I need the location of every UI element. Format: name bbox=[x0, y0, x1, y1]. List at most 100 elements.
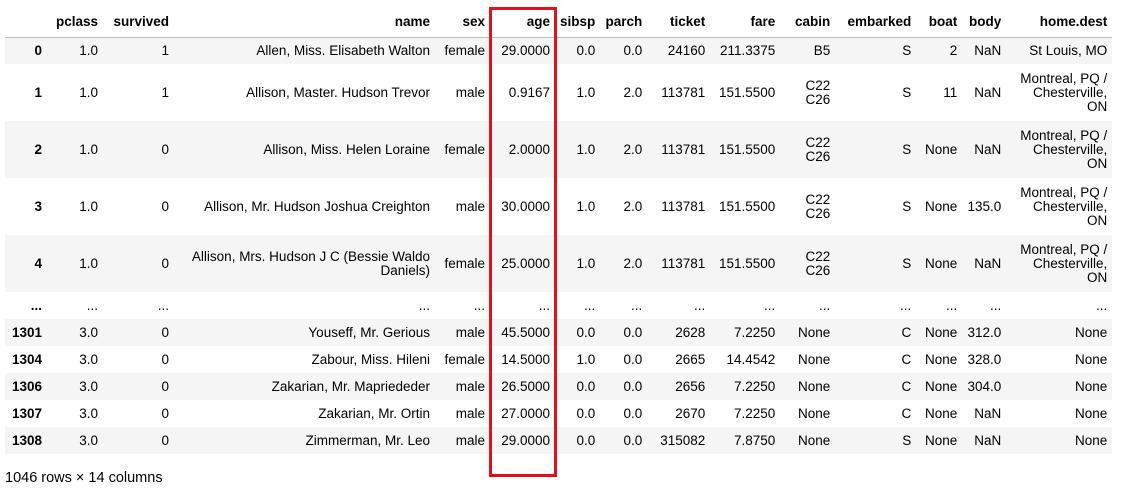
cell-cabin: None bbox=[797, 351, 831, 367]
cell-parch: 0.0 bbox=[623, 432, 643, 448]
cell-survived: 0 bbox=[161, 255, 169, 271]
header-ticket: ticket bbox=[647, 7, 711, 38]
cell-sex: male bbox=[455, 405, 485, 421]
cell-cabin: C22 C26 bbox=[805, 248, 831, 278]
cell-age: 2.0000 bbox=[508, 141, 550, 157]
cell-survived: ... bbox=[157, 297, 169, 313]
header-pclass: pclass bbox=[47, 7, 103, 38]
header-index bbox=[5, 7, 47, 38]
cell-pclass: 1.0 bbox=[79, 84, 98, 100]
cell-survived: 1 bbox=[161, 42, 169, 58]
cell-fare: 211.3375 bbox=[719, 42, 776, 58]
cell-sibsp: 1.0 bbox=[576, 141, 596, 157]
cell-ticket: 2656 bbox=[675, 378, 706, 394]
cell-pclass: 3.0 bbox=[79, 378, 98, 394]
row-index: 4 bbox=[34, 255, 42, 271]
row-index: 1301 bbox=[11, 324, 42, 340]
cell-boat: None bbox=[924, 432, 958, 448]
cell-embarked: S bbox=[902, 141, 912, 157]
cell-embarked: C bbox=[901, 324, 912, 340]
cell-name: Allison, Mrs. Hudson J C (Bessie Waldo D… bbox=[191, 248, 430, 278]
cell-fare: 7.2250 bbox=[733, 378, 776, 394]
cell-embarked: C bbox=[901, 405, 912, 421]
cell-name: Zakarian, Mr. Mapriededer bbox=[271, 378, 430, 394]
cell-name: Allison, Miss. Helen Loraine bbox=[263, 141, 430, 157]
cell-embarked: ... bbox=[900, 297, 912, 313]
table-row: 4 1.0 0 Allison, Mrs. Hudson J C (Bessie… bbox=[5, 235, 1113, 292]
cell-name: Allison, Master. Hudson Trevor bbox=[246, 84, 430, 100]
cell-embarked: S bbox=[902, 198, 912, 214]
cell-sex: female bbox=[444, 351, 485, 367]
cell-fare: 151.5500 bbox=[718, 84, 776, 100]
cell-name: Allison, Mr. Hudson Joshua Creighton bbox=[204, 198, 430, 214]
cell-name: Zimmerman, Mr. Leo bbox=[305, 432, 430, 448]
cell-ticket: 24160 bbox=[667, 42, 706, 58]
cell-sex: female bbox=[444, 255, 485, 271]
table-body: 0 1.0 1 Allen, Miss. Elisabeth Walton fe… bbox=[5, 37, 1113, 454]
cell-embarked: S bbox=[902, 42, 912, 58]
cell-age: 27.0000 bbox=[501, 405, 550, 421]
cell-body: 312.0 bbox=[967, 324, 1002, 340]
cell-survived: 0 bbox=[161, 324, 169, 340]
cell-home-dest: St Louis, MO bbox=[1029, 42, 1108, 58]
cell-survived: 0 bbox=[161, 378, 169, 394]
cell-parch: 0.0 bbox=[623, 405, 643, 421]
cell-pclass: ... bbox=[86, 297, 98, 313]
ellipsis-row: ... ... ... ... ... ... ... ... ... ... … bbox=[5, 292, 1113, 319]
cell-body: 328.0 bbox=[967, 351, 1002, 367]
cell-sibsp: ... bbox=[584, 297, 596, 313]
row-index: 1306 bbox=[11, 378, 42, 394]
cell-sibsp: 1.0 bbox=[576, 351, 596, 367]
cell-name: Zakarian, Mr. Ortin bbox=[318, 405, 430, 421]
cell-body: NaN bbox=[974, 84, 1002, 100]
cell-ticket: 113781 bbox=[661, 84, 706, 100]
cell-name: Zabour, Miss. Hileni bbox=[311, 351, 430, 367]
cell-body: NaN bbox=[974, 255, 1002, 271]
cell-fare: ... bbox=[764, 297, 776, 313]
cell-name: ... bbox=[418, 297, 430, 313]
cell-boat: None bbox=[924, 405, 958, 421]
dataframe-table: pclass survived name sex age sibsp parch… bbox=[5, 7, 1113, 454]
header-sibsp: sibsp bbox=[555, 7, 601, 38]
header-body: body bbox=[962, 7, 1007, 38]
cell-age: 30.0000 bbox=[501, 198, 550, 214]
cell-embarked: S bbox=[902, 255, 912, 271]
cell-home-dest: None bbox=[1074, 432, 1108, 448]
cell-cabin: None bbox=[797, 432, 831, 448]
cell-boat: None bbox=[924, 351, 958, 367]
cell-pclass: 1.0 bbox=[79, 255, 98, 271]
cell-sibsp: 0.0 bbox=[576, 324, 596, 340]
row-index: ... bbox=[30, 297, 42, 313]
cell-home-dest: None bbox=[1074, 324, 1108, 340]
cell-sex: male bbox=[455, 84, 485, 100]
header-fare: fare bbox=[710, 7, 781, 38]
cell-age: 26.5000 bbox=[501, 378, 550, 394]
cell-sex: male bbox=[455, 324, 485, 340]
table-shape-summary: 1046 rows × 14 columns bbox=[5, 470, 163, 486]
cell-body: 304.0 bbox=[967, 378, 1002, 394]
cell-ticket: ... bbox=[694, 297, 706, 313]
cell-parch: 2.0 bbox=[623, 84, 643, 100]
table-row: 1308 3.0 0 Zimmerman, Mr. Leo male 29.00… bbox=[5, 427, 1113, 454]
header-embarked: embarked bbox=[835, 7, 917, 38]
cell-age: ... bbox=[538, 297, 550, 313]
cell-survived: 0 bbox=[161, 405, 169, 421]
cell-ticket: 113781 bbox=[661, 198, 706, 214]
cell-fare: 7.8750 bbox=[733, 432, 776, 448]
cell-sex: male bbox=[455, 198, 485, 214]
row-index: 1308 bbox=[11, 432, 42, 448]
cell-boat: ... bbox=[946, 297, 958, 313]
cell-sibsp: 1.0 bbox=[576, 84, 596, 100]
cell-fare: 151.5500 bbox=[718, 198, 776, 214]
cell-home-dest: Montreal, PQ / Chesterville, ON bbox=[1020, 184, 1108, 228]
cell-parch: 0.0 bbox=[623, 378, 643, 394]
cell-boat: None bbox=[924, 255, 958, 271]
cell-age: 29.0000 bbox=[501, 432, 550, 448]
cell-sibsp: 0.0 bbox=[576, 378, 596, 394]
cell-parch: 0.0 bbox=[623, 351, 643, 367]
header-survived: survived bbox=[103, 7, 174, 38]
cell-boat: 2 bbox=[949, 42, 958, 58]
cell-body: NaN bbox=[974, 405, 1002, 421]
header-age: age bbox=[490, 7, 555, 38]
cell-pclass: 3.0 bbox=[79, 405, 98, 421]
